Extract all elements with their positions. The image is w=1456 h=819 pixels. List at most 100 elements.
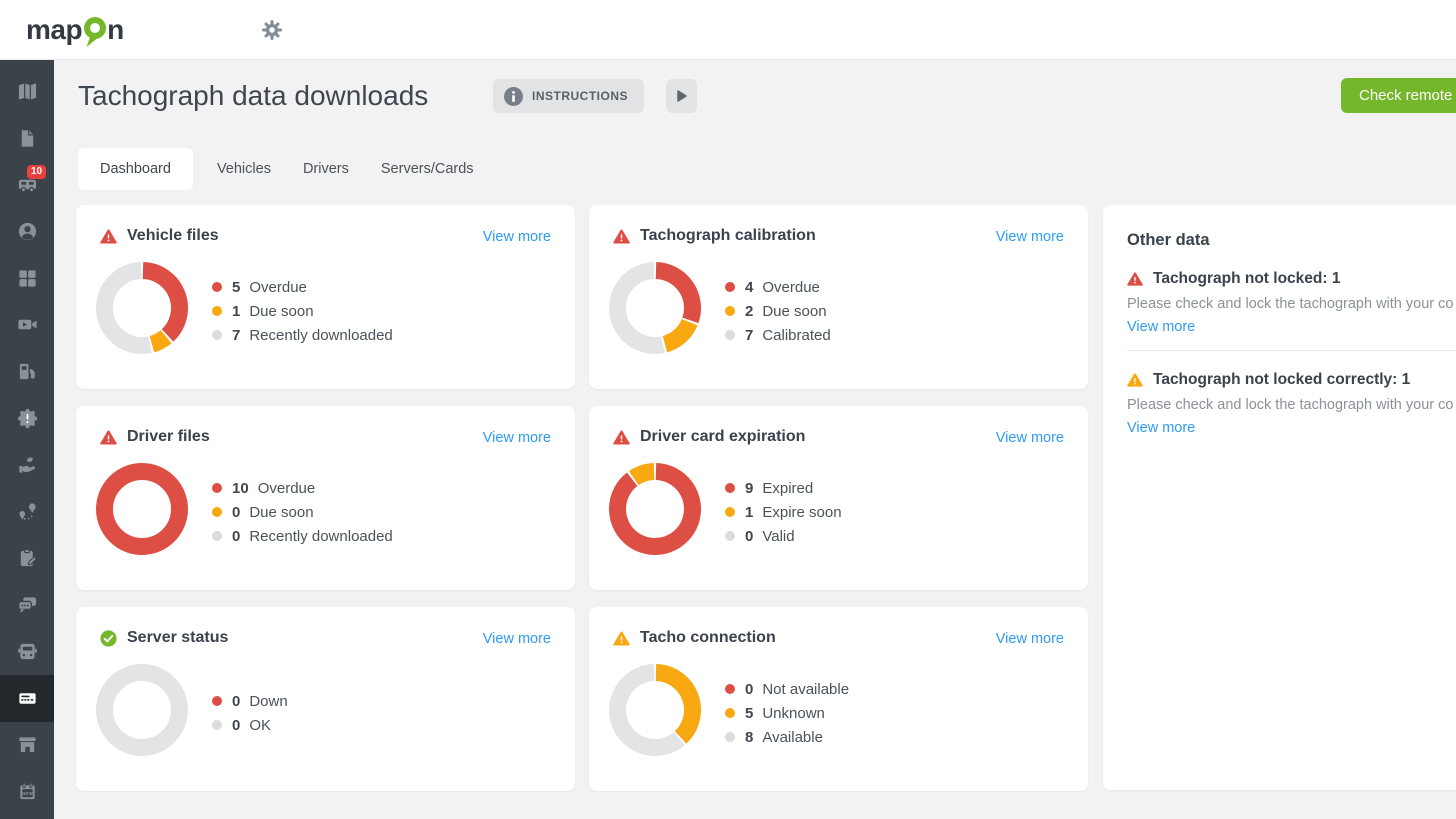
card-header: Vehicle files	[100, 227, 219, 245]
sidebar-item-documents[interactable]	[0, 115, 54, 162]
view-more-link[interactable]: View more	[483, 631, 551, 647]
legend-label: Not available	[762, 681, 849, 698]
sidebar-item-video[interactable]	[0, 301, 54, 348]
legend-row: 5 Overdue	[212, 275, 393, 299]
sidebar-item-calendar[interactable]: NEW	[0, 768, 54, 815]
legend-row: 7 Recently downloaded	[212, 323, 393, 347]
sidebar-item-users[interactable]	[0, 208, 54, 255]
documents-icon	[17, 128, 38, 149]
legend-row: 4 Overdue	[725, 275, 831, 299]
tab-drivers[interactable]: Drivers	[295, 148, 357, 190]
instructions-button[interactable]: INSTRUCTIONS	[493, 79, 644, 113]
warning-triangle-icon	[613, 228, 630, 245]
sidebar-item-fleet[interactable]: 10	[0, 161, 54, 208]
check-remote-downloads-button[interactable]: Check remote d	[1341, 78, 1456, 113]
tab-bar: Dashboard Vehicles Drivers Servers/Cards	[78, 148, 482, 190]
legend-label: Expire soon	[762, 504, 841, 521]
legend-row: 10 Overdue	[212, 476, 393, 500]
card-title: Driver files	[127, 428, 210, 446]
tab-vehicles[interactable]: Vehicles	[209, 148, 279, 190]
sidebar-item-tasks[interactable]	[0, 535, 54, 582]
legend-dot-red	[725, 282, 735, 292]
play-button[interactable]	[666, 79, 697, 113]
mapon-logo[interactable]: map n	[26, 13, 124, 48]
tasks-icon	[17, 548, 38, 569]
legend-dot-yellow	[725, 507, 735, 517]
legend-row: 2 Due soon	[725, 299, 831, 323]
legend-row: 1 Expire soon	[725, 500, 842, 524]
card-driver-files: Driver files View more 10 Overdue 0 Due …	[76, 406, 575, 590]
legend-value: 7	[745, 327, 753, 344]
legend-dot-red	[725, 684, 735, 694]
sidebar-item-vehicle[interactable]	[0, 628, 54, 675]
service-icon	[17, 454, 38, 475]
chat-icon	[17, 594, 38, 615]
sidebar-item-map[interactable]	[0, 68, 54, 115]
legend-dot-red	[725, 483, 735, 493]
chart-legend: 0 Down 0 OK	[212, 667, 288, 759]
legend-value: 7	[232, 327, 240, 344]
legend-value: 5	[232, 279, 240, 296]
view-more-link[interactable]: View more	[1127, 319, 1195, 335]
chart-legend: 0 Not available 5 Unknown 8 Available	[725, 667, 849, 759]
card-title: Tacho connection	[640, 629, 776, 647]
legend-dot-yellow	[212, 507, 222, 517]
view-more-link[interactable]: View more	[996, 430, 1064, 446]
sidebar-item-store[interactable]	[0, 722, 54, 769]
dashboard-icon	[17, 268, 38, 289]
other-data-heading: Tachograph not locked correctly: 1	[1153, 371, 1410, 389]
card-title: Driver card expiration	[640, 428, 805, 446]
legend-label: Due soon	[249, 303, 313, 320]
sidebar-item-service[interactable]	[0, 442, 54, 489]
other-data-heading: Tachograph not locked: 1	[1153, 270, 1340, 288]
view-more-link[interactable]: View more	[996, 229, 1064, 245]
tab-servers-cards[interactable]: Servers/Cards	[373, 148, 482, 190]
legend-dot-yellow	[725, 306, 735, 316]
view-more-link[interactable]: View more	[1127, 420, 1195, 436]
legend-value: 9	[745, 480, 753, 497]
legend-dot-yellow	[725, 708, 735, 718]
card-header: Tachograph calibration	[613, 227, 816, 245]
other-data-item: Tachograph not locked correctly: 1 Pleas…	[1127, 371, 1456, 437]
view-more-link[interactable]: View more	[483, 430, 551, 446]
donut-chart	[96, 664, 188, 756]
donut-chart	[609, 664, 701, 756]
sidebar-item-routes[interactable]	[0, 488, 54, 535]
legend-label: Overdue	[249, 279, 307, 296]
legend-value: 1	[232, 303, 240, 320]
donut-chart	[96, 463, 188, 555]
play-icon	[677, 90, 687, 102]
legend-dot-red	[212, 696, 222, 706]
other-data-item-header: Tachograph not locked: 1	[1127, 270, 1456, 288]
card-header: Tacho connection	[613, 629, 776, 647]
sidebar-item-dashboard[interactable]	[0, 255, 54, 302]
video-icon	[17, 314, 38, 335]
legend-label: Due soon	[762, 303, 826, 320]
sidebar-item-alerts[interactable]	[0, 395, 54, 442]
logo-text-n: n	[107, 13, 124, 47]
sidebar-item-fuel[interactable]	[0, 348, 54, 395]
other-data-description: Please check and lock the tachograph wit…	[1127, 296, 1456, 312]
tab-dashboard[interactable]: Dashboard	[78, 148, 193, 190]
donut-chart	[609, 262, 701, 354]
legend-value: 2	[745, 303, 753, 320]
settings-gear-icon[interactable]	[260, 19, 284, 43]
legend-value: 0	[232, 504, 240, 521]
sidebar-item-chat[interactable]	[0, 582, 54, 629]
view-more-link[interactable]: View more	[996, 631, 1064, 647]
main-content: Tachograph data downloads INSTRUCTIONS C…	[54, 60, 1456, 819]
other-data-panel: Other data Tachograph not locked: 1 Plea…	[1103, 205, 1456, 790]
sidebar-item-tachograph[interactable]	[0, 675, 54, 722]
warning-triangle-icon	[100, 429, 117, 446]
view-more-link[interactable]: View more	[483, 229, 551, 245]
legend-dot-gray	[725, 531, 735, 541]
other-data-item: Tachograph not locked: 1 Please check an…	[1127, 270, 1456, 336]
legend-dot-gray	[725, 330, 735, 340]
warning-triangle-icon	[613, 429, 630, 446]
legend-label: Unknown	[762, 705, 825, 722]
alerts-icon	[17, 408, 38, 429]
legend-value: 5	[745, 705, 753, 722]
legend-label: Overdue	[762, 279, 820, 296]
warning-triangle-icon	[1127, 372, 1143, 388]
legend-dot-red	[212, 282, 222, 292]
